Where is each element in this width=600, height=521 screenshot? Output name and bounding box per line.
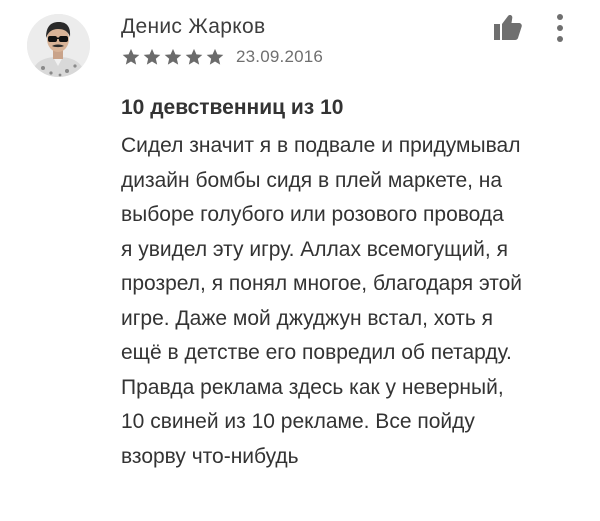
more-vert-icon: [557, 14, 563, 42]
avatar-image: [27, 14, 90, 77]
helpful-button[interactable]: [490, 10, 526, 44]
review-body-line: ещё в детстве его повредил об петарду.: [121, 341, 512, 364]
star-icon: [185, 48, 203, 65]
avatar[interactable]: [27, 14, 90, 77]
review-body-line: прозрел, я понял многое, благодаря этой: [121, 272, 523, 295]
review-body-line: игре. Даже мой джуджун встал, хоть я: [121, 306, 494, 330]
review-card: Денис Жарков 23.09.2016 10 девственниц и…: [0, 0, 600, 521]
star-icon: [143, 48, 161, 65]
star-icon: [164, 48, 182, 65]
review-body-line: дизайн бомбы сидя в плей маркете, на: [121, 168, 503, 192]
star-rating: [121, 47, 225, 67]
rating-row: 23.09.2016: [121, 46, 323, 68]
review-body-line: взорву что-нибудь: [121, 444, 299, 468]
review-date: 23.09.2016: [236, 47, 324, 66]
review-body-line: Правда реклама здесь как у неверный,: [121, 375, 504, 399]
thumb-up-icon: [494, 15, 522, 40]
review-title: 10 девственниц из 10: [121, 96, 344, 119]
review-body-line: Сидел значит я в подвале и придумывал: [121, 134, 521, 157]
more-options-button[interactable]: [550, 10, 570, 46]
star-icon: [206, 48, 224, 65]
review-body-line: выборе голубого или розового провода: [121, 203, 504, 226]
review-body-line: я увидел эту игру. Аллах всемогущий, я: [121, 237, 508, 261]
star-icon: [122, 48, 140, 65]
author-name: Денис Жарков: [121, 15, 266, 38]
review-body: Сидел значит я в подвале и придумывал ди…: [121, 129, 591, 474]
review-body-line: 10 свиней из 10 рекламе. Все пойду: [121, 410, 475, 433]
